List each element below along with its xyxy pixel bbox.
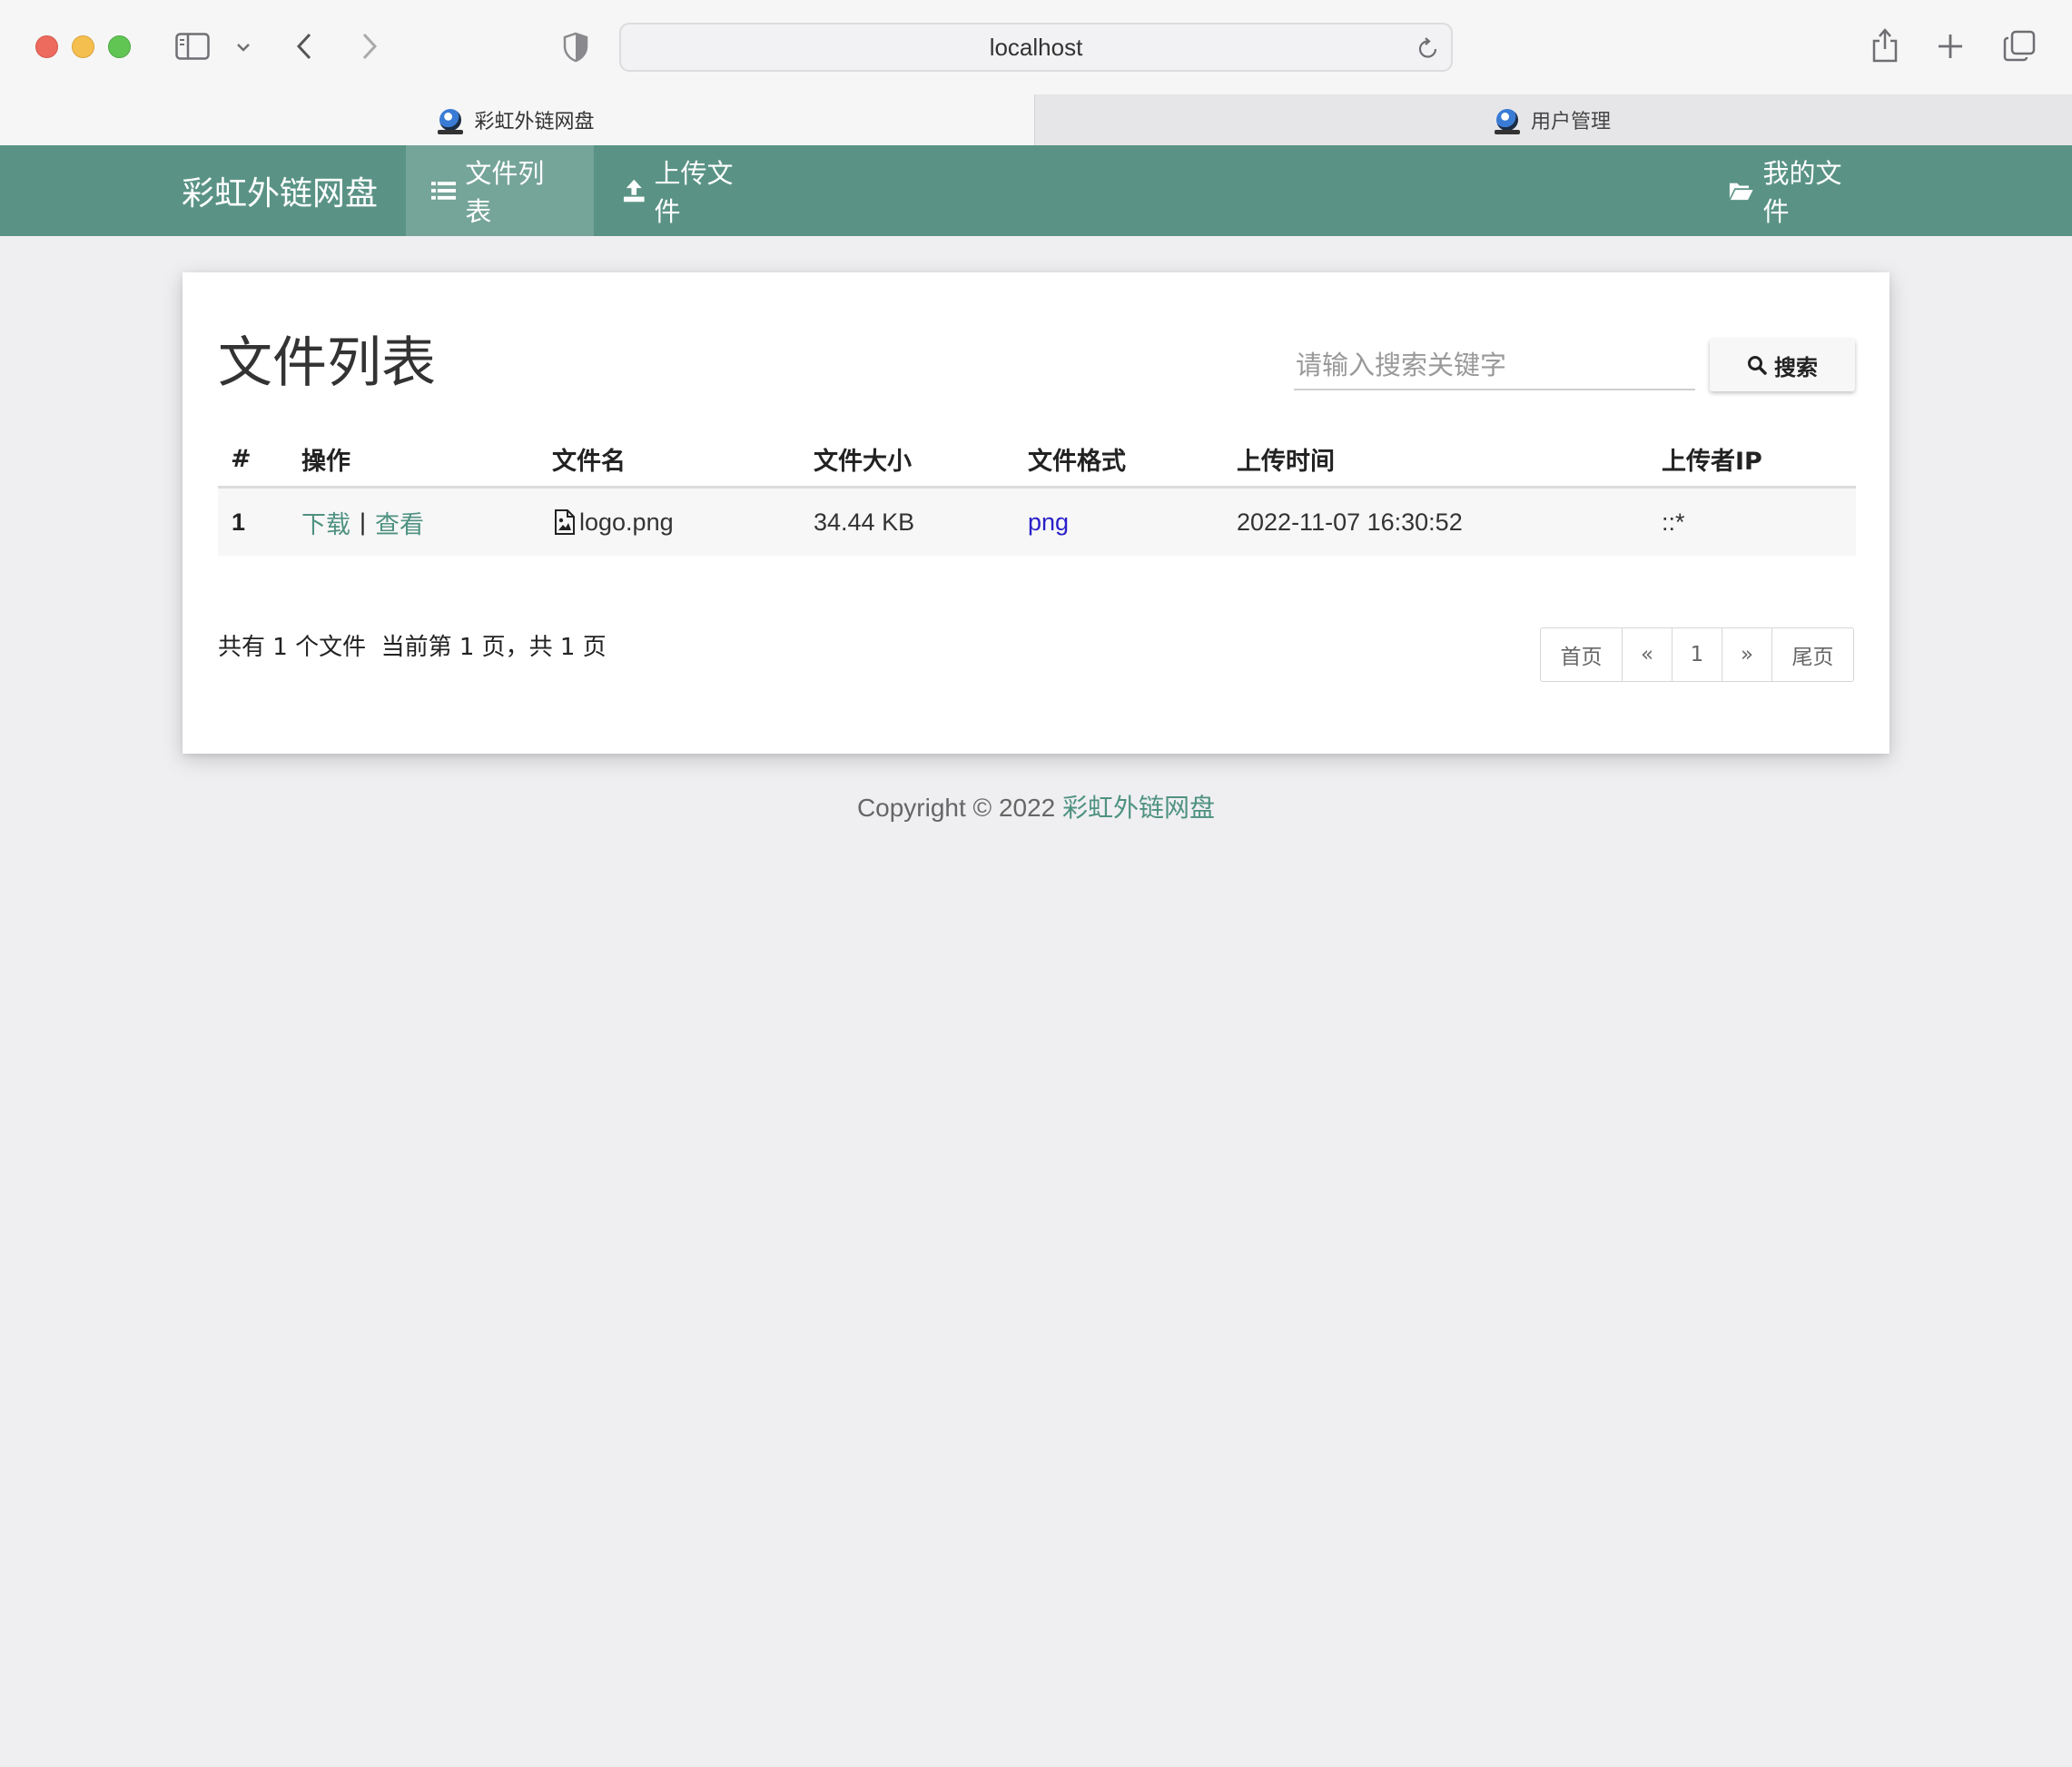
tab-rainbow-disk[interactable]: 彩虹外链网盘 bbox=[0, 94, 1034, 145]
row-uploader-ip: ::* bbox=[1662, 508, 1685, 536]
nav-upload[interactable]: 上传文件 bbox=[597, 145, 779, 236]
url-text: localhost bbox=[989, 33, 1083, 61]
view-link[interactable]: 查看 bbox=[375, 505, 424, 540]
nav-my-files-label: 我的文件 bbox=[1762, 158, 1842, 227]
site-favicon-icon bbox=[438, 109, 464, 134]
folder-open-icon bbox=[1729, 183, 1753, 201]
list-icon bbox=[431, 182, 457, 200]
reload-icon[interactable] bbox=[1416, 35, 1440, 61]
tab-title: 彩虹外链网盘 bbox=[474, 111, 595, 133]
column-header-upload-time: 上传时间 bbox=[1237, 447, 1335, 476]
nav-file-list[interactable]: 文件列表 bbox=[406, 145, 594, 236]
nav-upload-label: 上传文件 bbox=[654, 158, 734, 227]
search-button[interactable]: 搜索 bbox=[1710, 339, 1855, 391]
share-icon[interactable] bbox=[1869, 25, 1901, 65]
privacy-shield-icon[interactable] bbox=[561, 31, 590, 64]
site-favicon-icon bbox=[1494, 109, 1520, 134]
row-actions: 下载 | 查看 bbox=[301, 489, 424, 556]
footer-site-link[interactable]: 彩虹外链网盘 bbox=[1062, 794, 1215, 822]
prev-page-button[interactable]: « bbox=[1623, 628, 1672, 681]
column-header-actions: 操作 bbox=[301, 447, 350, 476]
navbar: 彩虹外链网盘 文件列表 上传文件 我的文件 bbox=[0, 145, 2072, 236]
page-1-button[interactable]: 1 bbox=[1672, 628, 1722, 681]
search-input[interactable]: 请输入搜索关键字 bbox=[1294, 338, 1695, 390]
column-header-uploader-ip: 上传者IP bbox=[1662, 447, 1762, 476]
filename-text: logo.png bbox=[579, 508, 674, 536]
footer: Copyright © 2022 彩虹外链网盘 bbox=[0, 788, 2072, 824]
action-separator: | bbox=[360, 508, 367, 536]
pagination: 首页 « 1 » 尾页 bbox=[1540, 627, 1854, 682]
copyright-text: Copyright © 2022 bbox=[856, 794, 1056, 822]
upload-icon bbox=[623, 179, 645, 202]
column-header-index: # bbox=[231, 444, 252, 473]
sidebar-icon[interactable] bbox=[174, 31, 211, 62]
browser-toolbar: localhost bbox=[0, 0, 2072, 94]
search-icon bbox=[1748, 356, 1767, 375]
pagination-summary: 共有 1 个文件 当前第 1 页，共 1 页 bbox=[218, 634, 607, 661]
row-upload-time: 2022-11-07 16:30:52 bbox=[1237, 508, 1463, 536]
image-file-icon bbox=[554, 509, 576, 535]
tab-title: 用户管理 bbox=[1530, 111, 1611, 133]
close-window-button[interactable] bbox=[35, 35, 58, 58]
column-header-format: 文件格式 bbox=[1028, 447, 1126, 476]
column-header-filename: 文件名 bbox=[552, 447, 626, 476]
search-placeholder: 请输入搜索关键字 bbox=[1296, 350, 1507, 380]
file-list-panel: 文件列表 请输入搜索关键字 搜索 # 操作 文件名 文件大小 文件格式 上传时间… bbox=[183, 272, 1889, 754]
search-button-label: 搜索 bbox=[1774, 354, 1818, 380]
row-index: 1 bbox=[232, 508, 246, 536]
chevron-down-icon[interactable] bbox=[232, 36, 254, 58]
column-header-size: 文件大小 bbox=[814, 447, 912, 476]
row-size: 34.44 KB bbox=[814, 508, 915, 536]
back-icon[interactable] bbox=[291, 30, 318, 63]
first-page-button[interactable]: 首页 bbox=[1541, 628, 1623, 681]
last-page-button[interactable]: 尾页 bbox=[1772, 628, 1853, 681]
new-tab-icon[interactable] bbox=[1934, 30, 1967, 63]
format-link[interactable]: png bbox=[1028, 508, 1069, 537]
tab-user-management[interactable]: 用户管理 bbox=[1034, 94, 2072, 145]
page-title: 文件列表 bbox=[218, 331, 436, 395]
address-bar[interactable]: localhost bbox=[619, 23, 1453, 72]
minimize-window-button[interactable] bbox=[72, 35, 94, 58]
tab-overview-icon[interactable] bbox=[2001, 28, 2037, 64]
row-format: png bbox=[1028, 489, 1069, 556]
forward-icon[interactable] bbox=[356, 30, 383, 63]
file-table: # 操作 文件名 文件大小 文件格式 上传时间 上传者IP 1 下载 | 查看 bbox=[218, 429, 1856, 556]
download-link[interactable]: 下载 bbox=[301, 505, 350, 540]
brand-logo[interactable]: 彩虹外链网盘 bbox=[182, 145, 378, 236]
row-filename: logo.png bbox=[554, 489, 674, 556]
zoom-window-button[interactable] bbox=[108, 35, 131, 58]
nav-file-list-label: 文件列表 bbox=[465, 158, 545, 227]
table-row: 1 下载 | 查看 logo.png 34.44 KB png 2022-11-… bbox=[218, 489, 1856, 556]
table-header: # 操作 文件名 文件大小 文件格式 上传时间 上传者IP bbox=[218, 429, 1856, 489]
next-page-button[interactable]: » bbox=[1722, 628, 1772, 681]
tab-strip: 彩虹外链网盘 用户管理 bbox=[0, 94, 2072, 145]
nav-my-files[interactable]: 我的文件 bbox=[1703, 145, 1885, 236]
